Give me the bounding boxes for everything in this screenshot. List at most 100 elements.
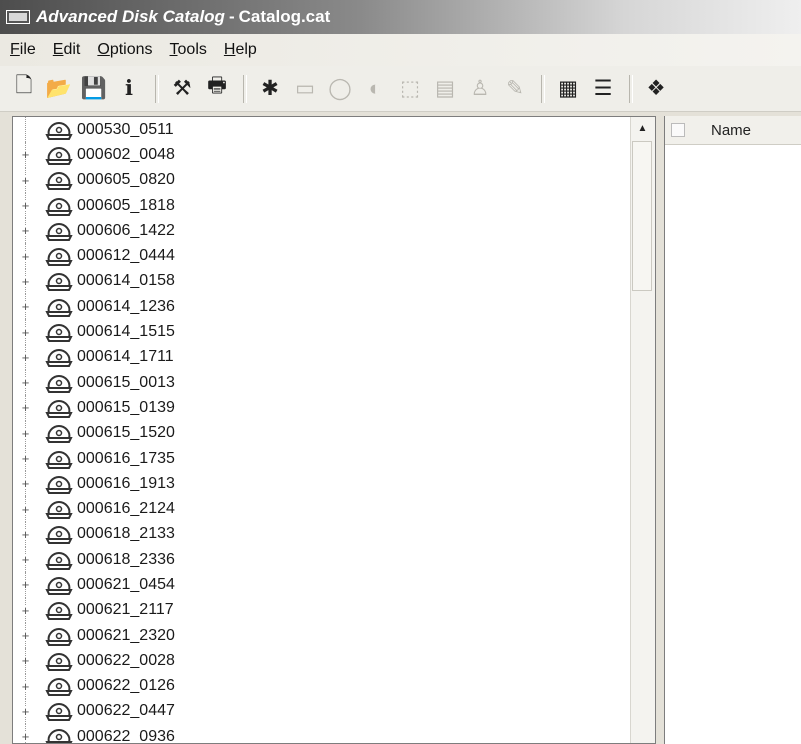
tree-node[interactable]: +000614_1711 bbox=[13, 344, 633, 370]
save-button[interactable]: 💾 bbox=[78, 73, 110, 105]
properties-icon: ⬚ bbox=[400, 77, 420, 100]
tree-node[interactable]: +000621_2117 bbox=[13, 597, 633, 623]
expand-plus-icon[interactable]: + bbox=[21, 148, 30, 161]
new-button[interactable]: 🗋 bbox=[8, 73, 40, 105]
tree-node[interactable]: +000614_0158 bbox=[13, 268, 633, 295]
detail-list[interactable]: Name bbox=[664, 116, 801, 744]
tree-node[interactable]: +000605_1818 bbox=[13, 192, 633, 219]
menu-label-rest: ptions bbox=[109, 41, 153, 58]
header-checkbox[interactable] bbox=[671, 123, 685, 137]
tools-button[interactable]: ⚒ bbox=[166, 73, 198, 105]
open-button[interactable]: 📂 bbox=[43, 73, 75, 105]
expand-plus-icon[interactable]: + bbox=[21, 680, 30, 693]
grid-view-button[interactable]: ▦ bbox=[552, 73, 584, 105]
tree-node[interactable]: +000622_0447 bbox=[13, 698, 633, 725]
expand-plus-icon[interactable]: + bbox=[21, 452, 30, 465]
menu-edit[interactable]: Edit bbox=[53, 41, 81, 59]
tree-node[interactable]: +000616_1735 bbox=[13, 445, 633, 472]
tree-node[interactable]: +000602_0048 bbox=[13, 142, 633, 168]
tree-node[interactable]: +000605_0820 bbox=[13, 167, 633, 193]
tree-node-label: 000616_1913 bbox=[77, 474, 175, 492]
tree-node-label: 000616_2124 bbox=[77, 500, 175, 518]
tree-node-label: 000612_0444 bbox=[77, 247, 175, 265]
expand-plus-icon[interactable]: + bbox=[21, 401, 30, 414]
disk-drive-icon bbox=[45, 574, 73, 596]
tree-node[interactable]: +000622_0126 bbox=[13, 673, 633, 699]
tree-node[interactable]: 000530_0511 bbox=[13, 117, 633, 143]
menu-file[interactable]: File bbox=[10, 41, 36, 59]
expand-plus-icon[interactable]: + bbox=[21, 326, 30, 339]
list-view-button[interactable]: ☰ bbox=[587, 73, 619, 105]
tree-node[interactable]: +000618_2336 bbox=[13, 547, 633, 573]
disk-drive-icon bbox=[45, 523, 73, 545]
save-icon: 💾 bbox=[80, 76, 108, 100]
pane-splitter[interactable] bbox=[656, 116, 664, 744]
tree-node-label: 000615_0013 bbox=[77, 373, 175, 391]
info-button[interactable]: ℹ bbox=[113, 73, 145, 105]
scroll-thumb[interactable] bbox=[632, 141, 652, 291]
properties-button[interactable]: ⬚ bbox=[394, 73, 426, 105]
expand-plus-icon[interactable]: + bbox=[21, 477, 30, 490]
expand-plus-icon[interactable]: + bbox=[21, 705, 30, 718]
tree-node[interactable]: +000621_0454 bbox=[13, 572, 633, 598]
search-disk-button[interactable]: ◐ bbox=[359, 73, 391, 105]
menu-tools[interactable]: Tools bbox=[170, 41, 207, 59]
tree-node[interactable]: +000616_1913 bbox=[13, 471, 633, 497]
expand-plus-icon[interactable]: + bbox=[21, 199, 30, 212]
tree-node[interactable]: +000606_1422 bbox=[13, 218, 633, 244]
expand-plus-icon[interactable]: + bbox=[21, 654, 30, 667]
tree-node[interactable]: +000615_0013 bbox=[13, 369, 633, 396]
vertical-scrollbar[interactable]: ▲ bbox=[630, 117, 655, 743]
title-bar: Advanced Disk Catalog - Catalog.cat bbox=[0, 0, 801, 34]
expand-plus-icon[interactable]: + bbox=[21, 730, 30, 743]
expand-plus-icon[interactable]: + bbox=[21, 376, 30, 389]
tree-node[interactable]: +000622_0028 bbox=[13, 648, 633, 674]
expand-plus-icon[interactable]: + bbox=[21, 553, 30, 566]
table-button[interactable]: ▤ bbox=[429, 73, 461, 105]
disk-button[interactable]: ◯ bbox=[324, 73, 356, 105]
expand-plus-icon[interactable]: + bbox=[21, 427, 30, 440]
disk-drive-icon bbox=[45, 372, 73, 394]
expand-plus-icon[interactable]: + bbox=[21, 351, 30, 364]
menu-accelerator: E bbox=[52, 41, 64, 58]
pencil-button[interactable]: ✎ bbox=[499, 73, 531, 105]
disk-drive-icon bbox=[45, 119, 73, 141]
scroll-up-arrow-icon[interactable]: ▲ bbox=[632, 118, 653, 139]
add-disk-button[interactable]: ✱ bbox=[254, 73, 286, 105]
expand-plus-icon[interactable]: + bbox=[21, 503, 30, 516]
disk-drive-icon bbox=[45, 245, 73, 267]
tree-node[interactable]: +000614_1515 bbox=[13, 319, 633, 345]
new-icon: 🗋 bbox=[15, 74, 33, 97]
expand-plus-icon[interactable]: + bbox=[21, 300, 30, 313]
folder-icon: ▭ bbox=[295, 77, 315, 100]
expand-plus-icon[interactable]: + bbox=[21, 528, 30, 541]
tree-node[interactable]: +000615_1520 bbox=[13, 420, 633, 446]
folder-button[interactable]: ▭ bbox=[289, 73, 321, 105]
tree-node-label: 000614_1711 bbox=[77, 348, 174, 366]
print-button[interactable]: 🖶 bbox=[201, 73, 233, 105]
tree-node[interactable]: +000614_1236 bbox=[13, 294, 633, 320]
user-button[interactable]: ♙ bbox=[464, 73, 496, 105]
menu-options[interactable]: Options bbox=[97, 41, 152, 59]
expand-plus-icon[interactable]: + bbox=[21, 250, 30, 263]
toolbar-separator bbox=[629, 74, 633, 103]
disk-drive-icon bbox=[45, 448, 73, 470]
disk-drive-icon bbox=[45, 220, 73, 242]
tree-node[interactable]: +000622_0936 bbox=[13, 724, 633, 743]
catalog-button[interactable]: ❖ bbox=[640, 73, 672, 105]
tree-node[interactable]: +000615_0139 bbox=[13, 395, 633, 421]
expand-plus-icon[interactable]: + bbox=[21, 174, 30, 187]
menu-help[interactable]: Help bbox=[224, 41, 257, 59]
tree-node[interactable]: +000618_2133 bbox=[13, 521, 633, 548]
expand-plus-icon[interactable]: + bbox=[21, 224, 30, 237]
expand-plus-icon[interactable]: + bbox=[21, 275, 30, 288]
expand-plus-icon[interactable]: + bbox=[21, 578, 30, 591]
tree-node[interactable]: +000616_2124 bbox=[13, 496, 633, 522]
tree-node-label: 000615_1520 bbox=[77, 424, 175, 442]
expand-plus-icon[interactable]: + bbox=[21, 604, 30, 617]
expand-plus-icon[interactable]: + bbox=[21, 629, 30, 642]
tree-node[interactable]: +000612_0444 bbox=[13, 243, 633, 269]
catalog-tree[interactable]: 000530_0511 +000602_0048 +000605_0820 +0006… bbox=[12, 116, 656, 744]
column-header-name[interactable]: Name bbox=[711, 122, 751, 139]
tree-node[interactable]: +000621_2320 bbox=[13, 622, 633, 649]
